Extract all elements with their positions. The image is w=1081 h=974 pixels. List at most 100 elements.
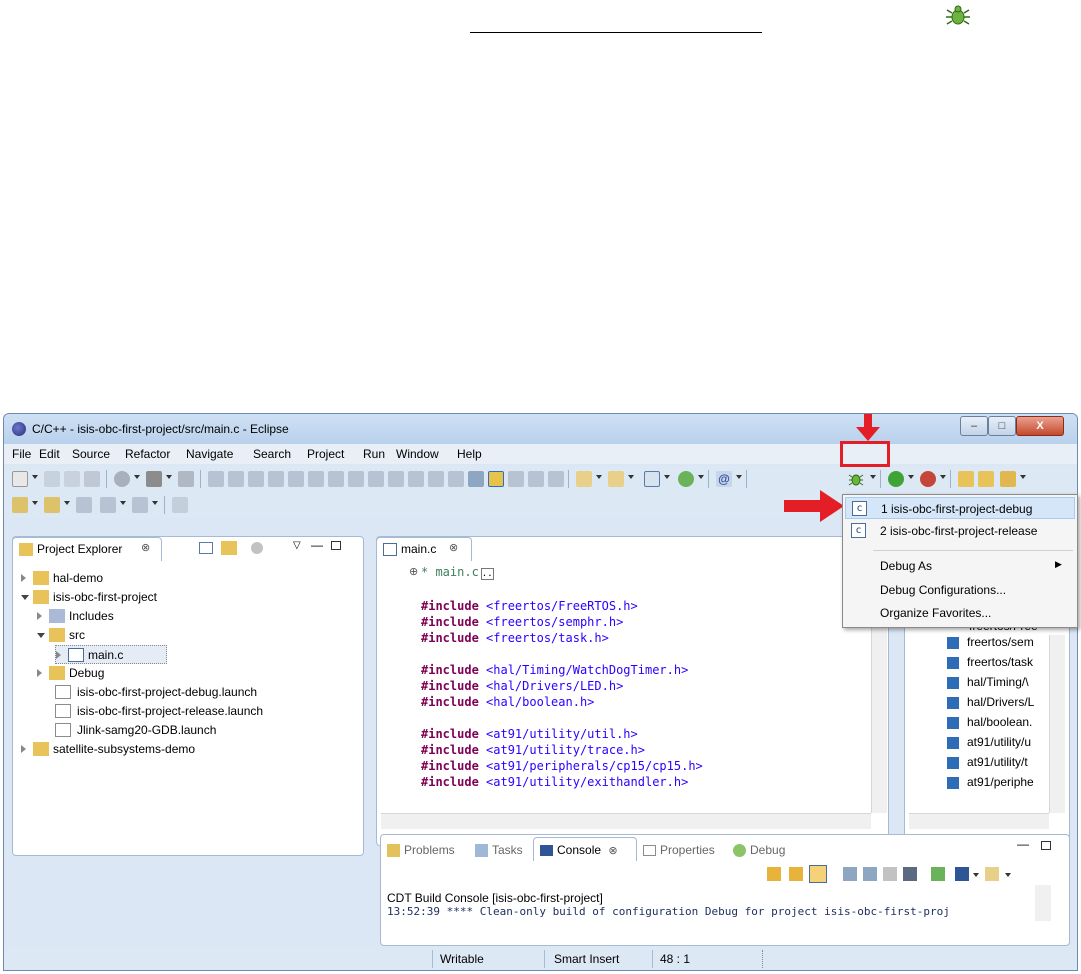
navigation-dropdown-icon[interactable] — [1020, 475, 1026, 479]
code-line[interactable]: #include <freertos/task.h> — [421, 631, 609, 645]
outline-item[interactable]: at91/periphe — [947, 775, 1047, 793]
clear-console-icon[interactable] — [843, 867, 857, 881]
pin-console-icon[interactable] — [863, 867, 877, 881]
minimize-button[interactable]: – — [960, 416, 988, 436]
step-filter-icon[interactable] — [368, 471, 384, 487]
console-output[interactable]: 13:52:39 **** Clean-only build of config… — [387, 905, 1035, 918]
outline-item[interactable]: at91/utility/t — [947, 755, 1047, 773]
step-into-icon[interactable] — [288, 471, 304, 487]
arrow-down-icon[interactable] — [767, 867, 781, 881]
display-console-dropdown-icon[interactable] — [973, 873, 979, 877]
expand-icon[interactable] — [21, 574, 26, 582]
tab-properties[interactable]: Properties — [643, 843, 715, 857]
code-line[interactable]: #include <at91/peripherals/cp15/cp15.h> — [421, 759, 703, 773]
next-annotation-dropdown-icon[interactable] — [32, 501, 38, 505]
collapse-icon[interactable] — [21, 595, 29, 600]
menu-source[interactable]: Source — [72, 447, 110, 461]
menu-item-debug-configurations[interactable]: Debug Configurations... — [845, 579, 1075, 601]
tab-problems[interactable]: Problems — [387, 843, 455, 858]
menu-item-release-config[interactable]: c 2 isis-obc-first-project-release — [845, 520, 1075, 542]
close-tab-icon[interactable]: ⊗ — [608, 845, 617, 857]
code-line[interactable]: #include <freertos/FreeRTOS.h> — [421, 599, 638, 613]
external-tools-dropdown-icon[interactable] — [940, 475, 946, 479]
menu-item-organize-favorites[interactable]: Organize Favorites... — [845, 602, 1075, 624]
new-class-dropdown-icon[interactable] — [698, 475, 704, 479]
menu-project[interactable]: Project — [307, 447, 344, 461]
new-c-source-dropdown-icon[interactable] — [664, 475, 670, 479]
expand-icon[interactable] — [37, 669, 42, 677]
tab-tasks[interactable]: Tasks — [475, 843, 523, 858]
external-tools-icon[interactable] — [920, 471, 936, 487]
close-tab-icon[interactable]: ⊗ — [449, 541, 458, 554]
debug-dropdown-icon[interactable] — [870, 475, 876, 479]
code-line[interactable]: #include <freertos/semphr.h> — [421, 615, 623, 629]
collapse-all-icon[interactable] — [199, 542, 213, 554]
build-dropdown-icon[interactable] — [166, 475, 172, 479]
previous-annotation-dropdown-icon[interactable] — [64, 501, 70, 505]
menu-run[interactable]: Run — [363, 447, 385, 461]
menu-item-debug-config[interactable]: c 1 isis-obc-first-project-debug — [845, 497, 1075, 519]
menu-help[interactable]: Help — [457, 447, 482, 461]
mark-occurrences-icon[interactable] — [488, 471, 504, 487]
tab-debug[interactable]: Debug — [733, 843, 785, 858]
expand-icon[interactable] — [37, 612, 42, 620]
new-dropdown-icon[interactable] — [32, 475, 38, 479]
outline-item[interactable]: freertos/sem — [947, 635, 1047, 653]
tab-main-c[interactable]: main.c ⊗ — [376, 537, 472, 561]
display-console-icon[interactable] — [955, 867, 969, 881]
next-annotation-icon[interactable] — [12, 497, 28, 513]
back-dropdown-icon[interactable] — [120, 501, 126, 505]
expand-icon[interactable] — [21, 745, 26, 753]
close-button[interactable]: X — [1016, 416, 1064, 436]
binary-icon[interactable] — [178, 471, 194, 487]
instruction-stepping-icon[interactable] — [408, 471, 424, 487]
tree-item-main-c[interactable]: main.c — [55, 645, 167, 664]
menu-item-debug-as[interactable]: Debug As ▶ — [845, 555, 1075, 577]
forward-icon[interactable] — [132, 497, 148, 513]
new-icon[interactable] — [12, 471, 28, 487]
tab-console[interactable]: Console ⊗ — [533, 837, 637, 861]
arrow-up-icon[interactable] — [789, 867, 803, 881]
drop-to-frame-icon[interactable] — [348, 471, 364, 487]
close-tab-icon[interactable]: ⊗ — [141, 541, 150, 554]
code-line[interactable]: #include <at91/utility/trace.h> — [421, 743, 645, 757]
maximize-view-icon[interactable] — [331, 541, 341, 550]
menu-file[interactable]: File — [12, 447, 31, 461]
remove-launch-icon[interactable] — [903, 867, 917, 881]
step-over-icon[interactable] — [308, 471, 324, 487]
vertical-scrollbar[interactable] — [1035, 885, 1051, 921]
save-all-icon[interactable] — [64, 471, 80, 487]
open-type-icon[interactable] — [958, 471, 974, 487]
at-dropdown-icon[interactable] — [736, 475, 742, 479]
word-wrap-icon[interactable] — [883, 867, 897, 881]
build-config-dropdown-icon[interactable] — [134, 475, 140, 479]
navigation-history-icon[interactable] — [1000, 471, 1016, 487]
folded-ellipsis[interactable]: .. — [480, 568, 494, 580]
horizontal-scrollbar[interactable] — [381, 813, 871, 829]
last-edit-location-icon[interactable] — [76, 497, 92, 513]
pin-editor-icon[interactable] — [172, 497, 188, 513]
outline-item[interactable]: at91/utility/u — [947, 735, 1047, 753]
scroll-lock-icon[interactable] — [809, 865, 827, 883]
previous-annotation-icon[interactable] — [44, 497, 60, 513]
disconnect-icon[interactable] — [268, 471, 284, 487]
back-icon[interactable] — [100, 497, 116, 513]
link-editor-icon[interactable] — [221, 541, 237, 555]
menu-navigate[interactable]: Navigate — [186, 447, 233, 461]
outline-item[interactable]: hal/Timing/\ — [947, 675, 1047, 693]
save-icon[interactable] — [44, 471, 60, 487]
maximize-view-icon[interactable] — [1041, 841, 1051, 850]
collapse-icon[interactable] — [37, 633, 45, 638]
menu-search[interactable]: Search — [253, 447, 291, 461]
new-console-dropdown-icon[interactable] — [1005, 873, 1011, 877]
debug-icon[interactable] — [848, 471, 864, 487]
terminate-icon[interactable] — [248, 471, 264, 487]
step-return-icon[interactable] — [328, 471, 344, 487]
maximize-button[interactable]: □ — [988, 416, 1016, 436]
reverse-icon[interactable] — [428, 471, 444, 487]
code-line[interactable]: #include <at91/utility/exithandler.h> — [421, 775, 688, 789]
outline-item[interactable]: hal/Drivers/L — [947, 695, 1047, 713]
print-icon[interactable] — [84, 471, 100, 487]
minimize-view-icon[interactable]: — — [1017, 837, 1029, 851]
block-selection-icon[interactable] — [528, 471, 544, 487]
